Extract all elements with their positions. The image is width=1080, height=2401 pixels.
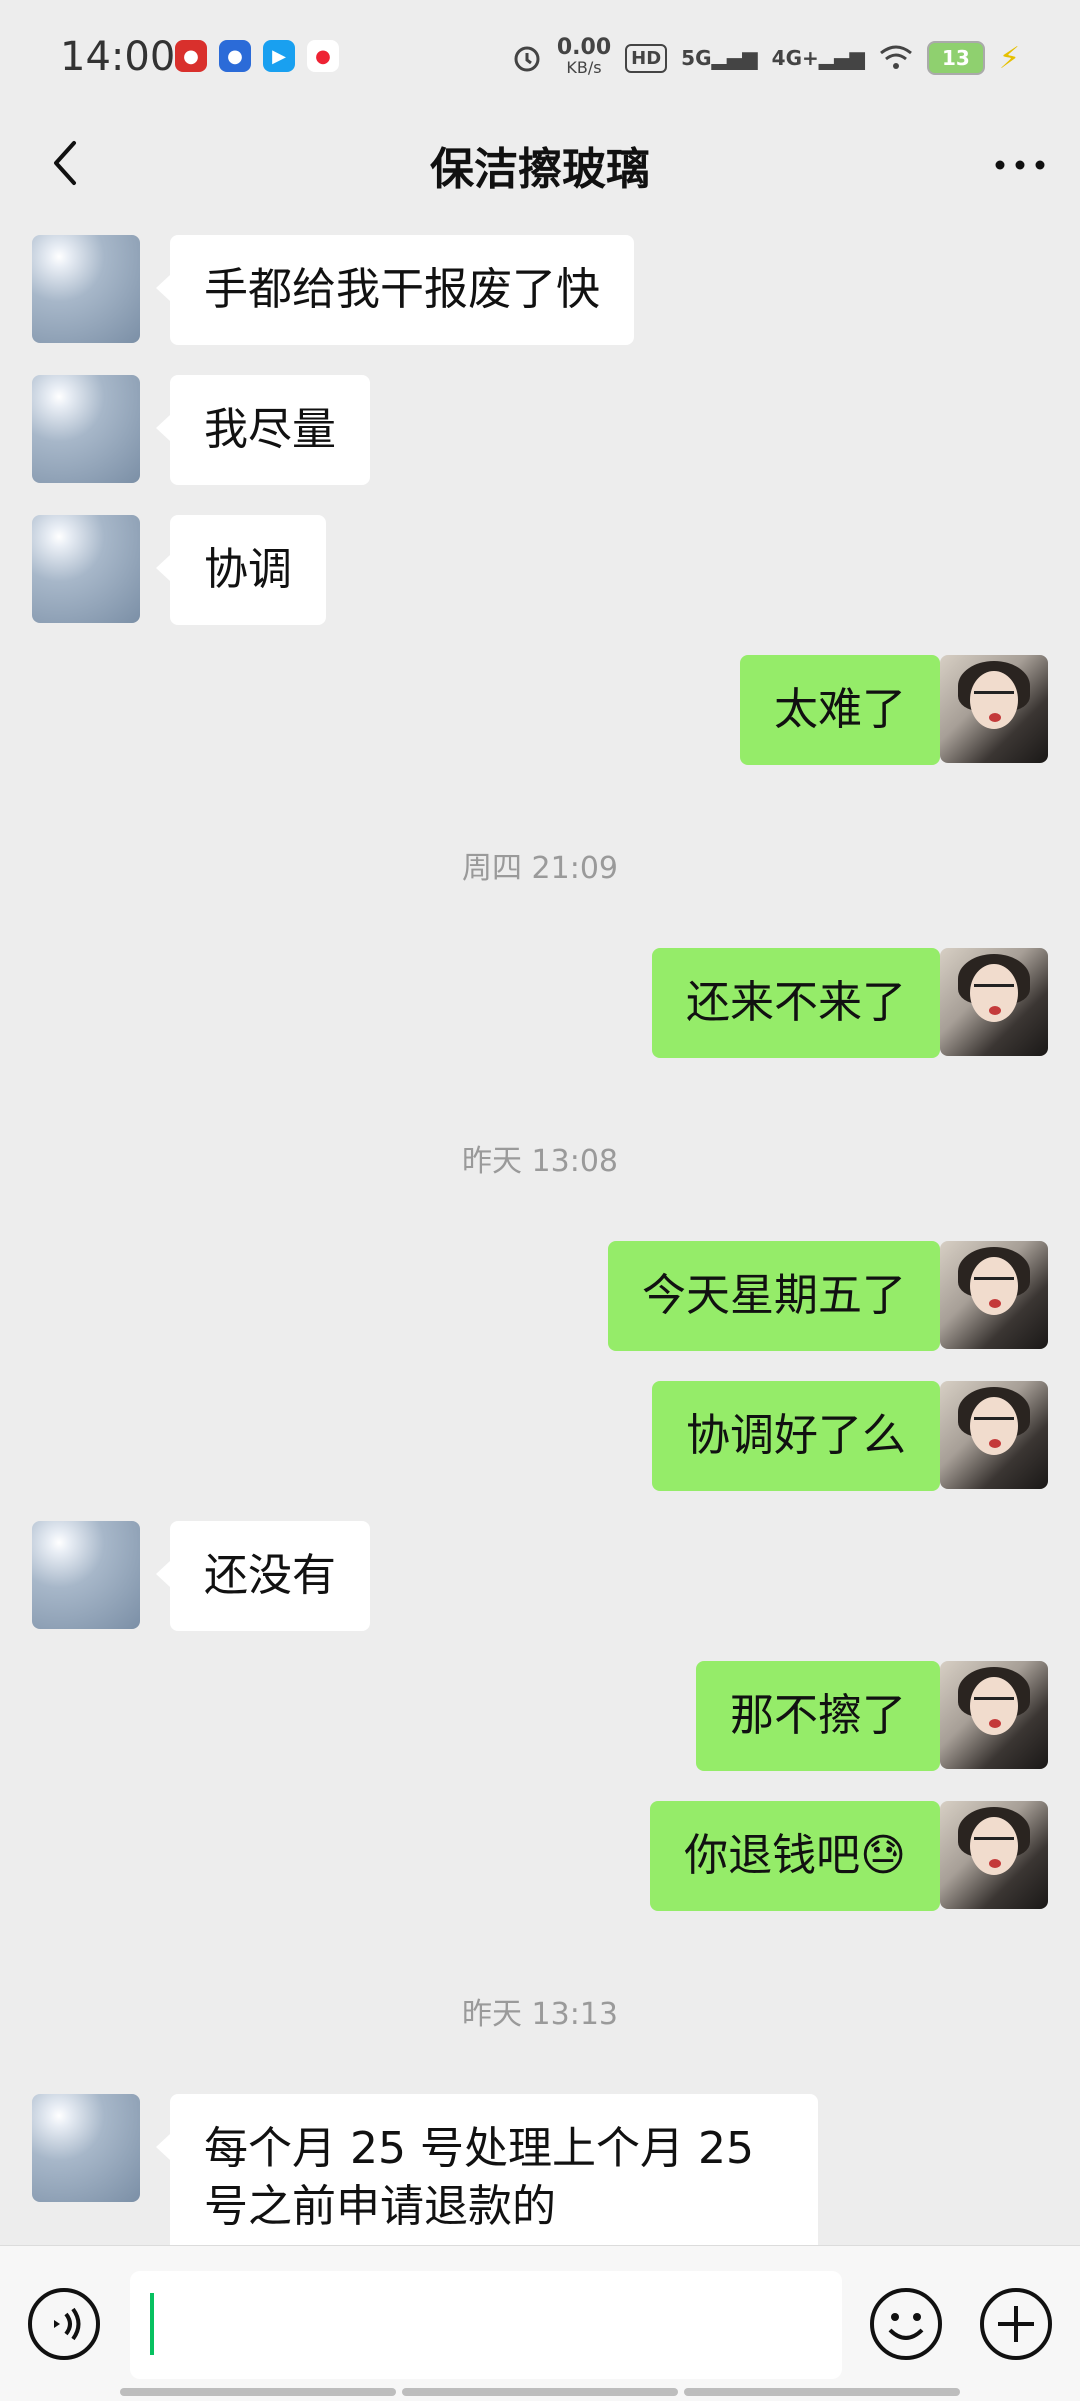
message-list[interactable]: 手都给我干报废了快 我尽量 协调 太难了 周四 21:09 还来不来了 昨天 1…: [0, 210, 1080, 2245]
hd-badge: HD: [625, 43, 668, 73]
message-timestamp: 昨天 13:08: [462, 1144, 618, 1179]
app-notification-icon: ●: [219, 40, 251, 72]
net-speed-unit: KB/s: [566, 58, 602, 77]
status-time: 14:00: [60, 34, 176, 80]
message-bubble-sent[interactable]: 还来不来了: [652, 948, 954, 1058]
avatar-glasses: [974, 691, 1014, 704]
plus-icon[interactable]: [978, 2286, 1054, 2362]
voice-icon[interactable]: [26, 2286, 102, 2362]
contact-avatar[interactable]: [32, 375, 140, 483]
user-avatar[interactable]: [940, 655, 1048, 763]
status-indicators: 0.00 KB/s HD 5G▂▄▆ 4G+▂▄▆ 13 ⚡: [511, 35, 1020, 78]
alarm-icon: [514, 46, 540, 72]
contact-avatar[interactable]: [32, 235, 140, 343]
avatar-glasses: [974, 1697, 1014, 1710]
net-speed: 0.00 KB/s: [556, 35, 612, 78]
charging-bolt-icon: ⚡: [998, 40, 1020, 76]
app-notification-icon: ●: [175, 40, 207, 72]
user-avatar[interactable]: [940, 1381, 1048, 1489]
message-bubble-sent[interactable]: 那不擦了: [696, 1661, 954, 1771]
avatar-lips: [989, 1006, 1001, 1015]
message-bubble-sent[interactable]: 太难了: [740, 655, 954, 765]
signal-4g: 4G+▂▄▆: [771, 46, 865, 70]
message-bubble-sent[interactable]: 你退钱吧😓: [650, 1801, 954, 1911]
text-cursor: [150, 2293, 154, 2355]
message-input[interactable]: [130, 2271, 842, 2379]
user-avatar[interactable]: [940, 948, 1048, 1056]
gesture-bar: [120, 2388, 960, 2396]
avatar-lips: [989, 1719, 1001, 1728]
avatar-glasses: [974, 984, 1014, 997]
video-app-icon: ▶: [263, 40, 295, 72]
message-bubble-received[interactable]: 我尽量: [156, 375, 370, 485]
message-bubble-received[interactable]: 手都给我干报废了快: [156, 235, 634, 345]
message-bubble-received[interactable]: 协调: [156, 515, 326, 625]
gesture-segment: [684, 2388, 960, 2396]
wifi-icon: [879, 45, 912, 69]
signal-5g: 5G▂▄▆: [681, 46, 758, 70]
user-avatar[interactable]: [940, 1661, 1048, 1769]
input-bar: [0, 2245, 1080, 2401]
chat-header: 保洁擦玻璃: [0, 115, 1080, 210]
message-bubble-received[interactable]: 还没有: [156, 1521, 370, 1631]
map-app-icon: ●: [307, 40, 339, 72]
message-timestamp: 昨天 13:13: [462, 1997, 618, 2032]
message-bubble-received[interactable]: 每个月 25 号处理上个月 25 号之前申请退款的: [156, 2094, 818, 2245]
contact-avatar[interactable]: [32, 2094, 140, 2202]
chat-title: 保洁擦玻璃: [430, 144, 650, 195]
user-avatar[interactable]: [940, 1801, 1048, 1909]
avatar-lips: [989, 713, 1001, 722]
contact-avatar[interactable]: [32, 515, 140, 623]
gesture-segment: [402, 2388, 678, 2396]
avatar-glasses: [974, 1277, 1014, 1290]
message-bubble-sent[interactable]: 协调好了么: [652, 1381, 954, 1491]
emoji-icon[interactable]: [868, 2286, 944, 2362]
notification-icons: ● ● ▶ ●: [175, 40, 339, 72]
more-dots-icon[interactable]: [990, 145, 1050, 185]
avatar-glasses: [974, 1417, 1014, 1430]
avatar-glasses: [974, 1837, 1014, 1850]
message-timestamp: 周四 21:09: [462, 851, 618, 886]
signal-4g-label: 4G+: [771, 46, 819, 70]
status-bar: 14:00 ● ● ▶ ● 0.00 KB/s HD 5G▂▄▆ 4G+▂▄▆ …: [0, 0, 1080, 115]
signal-5g-label: 5G: [681, 46, 712, 70]
gesture-segment: [120, 2388, 396, 2396]
message-bubble-sent[interactable]: 今天星期五了: [608, 1241, 954, 1351]
net-speed-value: 0.00: [556, 35, 612, 60]
battery-icon: 13: [926, 41, 985, 75]
contact-avatar[interactable]: [32, 1521, 140, 1629]
avatar-lips: [989, 1859, 1001, 1868]
avatar-lips: [989, 1439, 1001, 1448]
avatar-lips: [989, 1299, 1001, 1308]
user-avatar[interactable]: [940, 1241, 1048, 1349]
